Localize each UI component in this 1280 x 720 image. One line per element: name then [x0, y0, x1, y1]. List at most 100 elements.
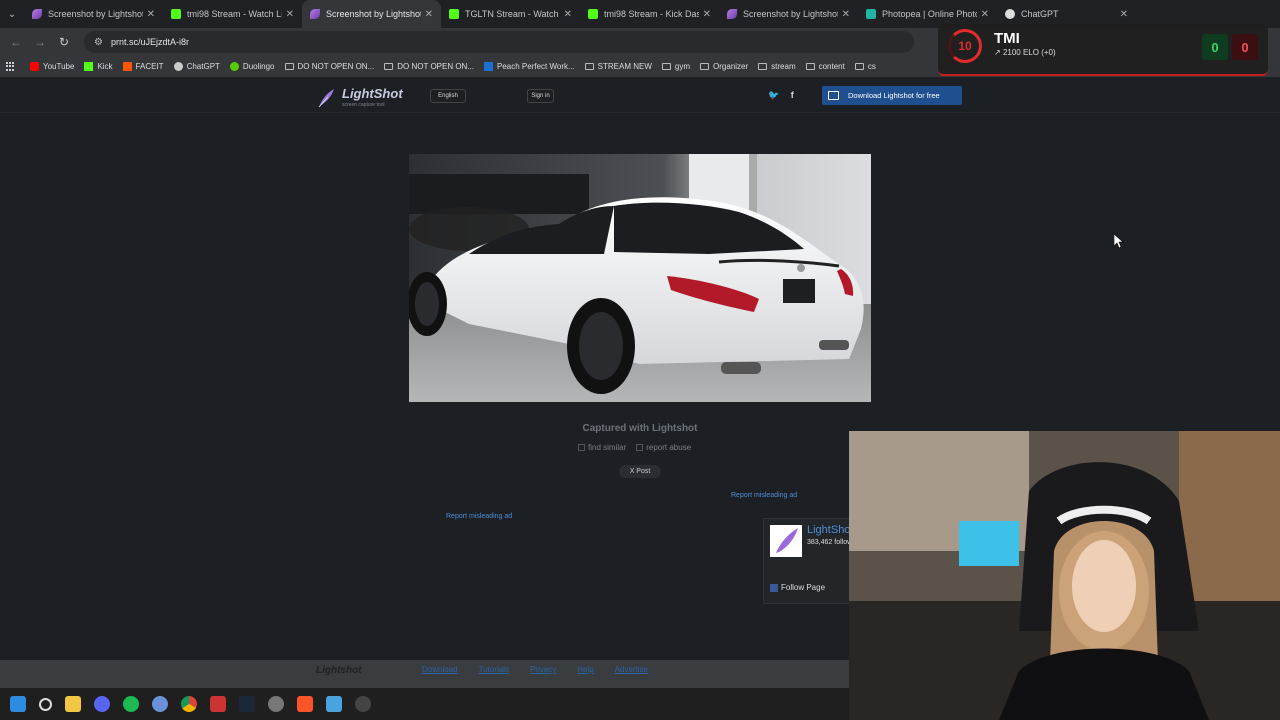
footer-logo[interactable]: Lightshot — [316, 665, 362, 676]
browser-tab[interactable]: TGLTN Stream - Watch Live ✕ — [441, 0, 580, 28]
signin-button[interactable]: Sign in — [527, 89, 554, 103]
close-tab-icon[interactable]: ✕ — [425, 9, 433, 20]
folder-icon — [805, 63, 815, 70]
browser-tab[interactable]: Screenshot by Lightshot ✕ — [302, 0, 441, 28]
close-tab-icon[interactable]: ✕ — [981, 9, 989, 20]
twitter-icon[interactable]: 🐦 — [768, 90, 779, 100]
find-similar-link[interactable]: find similar — [578, 443, 626, 452]
bookmark-item[interactable]: STREAM NEW — [584, 62, 652, 71]
browser-tab[interactable]: Screenshot by Lightshot ✕ — [719, 0, 858, 28]
close-tab-icon[interactable]: ✕ — [286, 9, 294, 20]
tab-title: Screenshot by Lightshot — [743, 9, 838, 19]
facebook-page-widget: LightShot 383,462 followers Follow Page — [763, 518, 862, 604]
close-tab-icon[interactable]: ✕ — [703, 9, 711, 20]
tab-favicon-icon — [310, 9, 320, 19]
mouse-cursor-icon — [1114, 234, 1124, 248]
footer-link[interactable]: Privacy — [530, 665, 556, 674]
language-select[interactable]: English — [430, 89, 466, 103]
bookmark-item[interactable]: cs — [854, 62, 876, 71]
bookmark-item[interactable]: FACEIT — [122, 62, 164, 71]
close-tab-icon[interactable]: ✕ — [564, 9, 572, 20]
site-info-icon[interactable]: ⚙ — [94, 37, 103, 48]
folder-icon — [758, 63, 768, 70]
tab-title: Photopea | Online Photo Editor — [882, 9, 977, 19]
tab-title: Screenshot by Lightshot — [326, 9, 421, 19]
forward-icon[interactable]: → — [28, 35, 52, 49]
webcam-feed — [849, 431, 1280, 720]
bookmark-item[interactable]: DO NOT OPEN ON... — [284, 62, 374, 71]
bookmark-item[interactable]: DO NOT OPEN ON... — [384, 62, 474, 71]
close-tab-icon[interactable]: ✕ — [147, 9, 155, 20]
folder-icon — [284, 63, 294, 70]
faceit-elo-overlay: 10 TMI ↗ 2100 ELO (+0) 0 0 — [938, 24, 1268, 76]
brave-icon[interactable] — [297, 696, 313, 712]
folder-icon — [384, 63, 394, 70]
tab-favicon-icon — [449, 9, 459, 19]
steam-icon[interactable] — [239, 696, 255, 712]
footer-link[interactable]: Tutorials — [479, 665, 509, 674]
tab-title: ChatGPT — [1021, 9, 1059, 19]
x-post-button[interactable]: X Post — [619, 465, 661, 478]
settings-icon[interactable] — [268, 696, 284, 712]
notepad-icon[interactable] — [326, 696, 342, 712]
discord-icon[interactable] — [94, 696, 110, 712]
reload-icon[interactable]: ↻ — [52, 35, 76, 49]
report-abuse-link[interactable]: report abuse — [636, 443, 691, 452]
bookmark-item[interactable]: stream — [758, 62, 796, 71]
bookmark-label: content — [818, 62, 845, 71]
download-button[interactable]: Download Lightshot for free — [822, 86, 962, 105]
fb-page-name[interactable]: LightShot — [807, 524, 853, 536]
windows-start-icon[interactable] — [10, 696, 26, 712]
tab-search-icon[interactable]: ⌄ — [0, 0, 24, 28]
bookmark-item[interactable]: content — [805, 62, 845, 71]
address-bar[interactable]: ⚙ prnt.sc/uJEjzdtA-i8r — [84, 31, 914, 53]
file-explorer-icon[interactable] — [65, 696, 81, 712]
footer-link[interactable]: Help — [577, 665, 593, 674]
bookmark-item[interactable]: ChatGPT — [173, 62, 220, 71]
faceit-level-badge: 10 — [948, 29, 982, 63]
tab-title: tmi98 Stream - Watch Live — [187, 9, 282, 19]
bookmark-item[interactable]: Kick — [84, 62, 113, 71]
browser-tab[interactable]: tmi98 Stream - Kick Dashboard ✕ — [580, 0, 719, 28]
close-tab-icon[interactable]: ✕ — [842, 9, 850, 20]
apps-grid-icon[interactable] — [6, 61, 16, 72]
browser-tab[interactable]: Screenshot by Lightshot ✕ — [24, 0, 163, 28]
tab-favicon-icon — [32, 9, 42, 19]
bookmark-label: Organizer — [713, 62, 749, 71]
bookmark-item[interactable]: Peach Perfect Work... — [484, 62, 575, 71]
obs-icon[interactable] — [355, 696, 371, 712]
spotify-icon[interactable] — [123, 696, 139, 712]
lightshot-logo[interactable]: LightShot screen capture tool — [316, 86, 406, 110]
report-misleading-ad-link[interactable]: Report misleading ad — [446, 513, 512, 520]
bookmark-item[interactable]: Duolingo — [229, 62, 275, 71]
brand-tagline: screen capture tool — [342, 102, 385, 108]
browser-tab[interactable]: tmi98 Stream - Watch Live ✕ — [163, 0, 302, 28]
facebook-icon — [770, 583, 778, 592]
bookmark-item[interactable]: Organizer — [700, 62, 748, 71]
back-icon[interactable]: ← — [4, 35, 28, 49]
footer-link[interactable]: Download — [422, 665, 458, 674]
app-icon[interactable] — [152, 696, 168, 712]
footer-link[interactable]: Advertise — [615, 665, 648, 674]
tab-title: TGLTN Stream - Watch Live — [465, 9, 560, 19]
lightshot-page-avatar[interactable] — [770, 525, 802, 557]
bookmark-favicon-icon — [122, 62, 132, 71]
bookmark-label: Kick — [97, 62, 113, 71]
report-misleading-ad-link[interactable]: Report misleading ad — [731, 492, 797, 499]
search-icon — [578, 444, 585, 451]
screenshot-image — [409, 154, 871, 402]
folder-icon — [700, 63, 710, 70]
tab-title: tmi98 Stream - Kick Dashboard — [604, 9, 699, 19]
bookmark-item[interactable]: gym — [661, 62, 690, 71]
tab-favicon-icon — [171, 9, 181, 19]
tab-favicon-icon — [866, 9, 876, 19]
search-icon[interactable] — [39, 697, 52, 711]
follow-page-button[interactable]: Follow Page — [770, 583, 825, 592]
shield-icon[interactable] — [210, 696, 226, 712]
bookmark-item[interactable]: YouTube — [30, 62, 74, 71]
facebook-icon[interactable]: f — [791, 90, 794, 100]
chrome-icon[interactable] — [181, 696, 197, 712]
feather-icon — [318, 89, 334, 108]
bookmark-label: stream — [771, 62, 796, 71]
close-tab-icon[interactable]: ✕ — [1120, 9, 1128, 20]
